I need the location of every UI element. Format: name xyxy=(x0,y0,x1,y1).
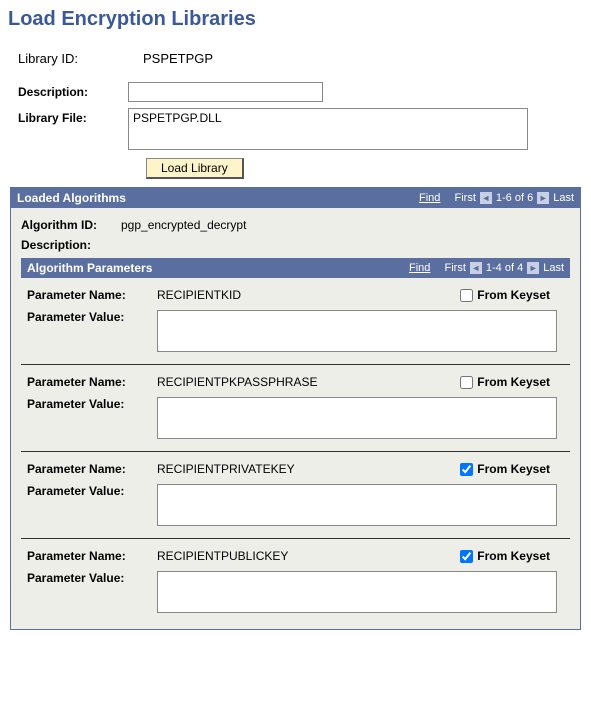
parameter-value-input[interactable] xyxy=(157,571,557,613)
from-keyset-label: From Keyset xyxy=(477,549,550,563)
parameter-value-input[interactable] xyxy=(157,397,557,439)
algorithms-next-button[interactable]: ► xyxy=(537,192,549,204)
parameter-value-row: Parameter Value: xyxy=(27,310,564,352)
top-fields: Library ID: PSPETPGP Description: Librar… xyxy=(18,49,591,187)
parameter-value-row: Parameter Value: xyxy=(27,484,564,526)
parameter-block: Parameter Name:RECIPIENTKIDFrom KeysetPa… xyxy=(21,278,570,365)
from-keyset-checkbox[interactable] xyxy=(460,289,473,302)
parameter-value-label: Parameter Value: xyxy=(27,484,157,498)
parameter-row-top: Parameter Name:RECIPIENTPRIVATEKEY From K… xyxy=(27,462,564,476)
from-keyset-wrapper: From Keyset xyxy=(460,462,550,476)
algorithms-range: 1-6 of 6 xyxy=(496,192,533,204)
from-keyset-label: From Keyset xyxy=(477,462,550,476)
parameter-value-label: Parameter Value: xyxy=(27,397,157,411)
params-next-button[interactable]: ► xyxy=(527,262,539,274)
parameter-value-input[interactable] xyxy=(157,484,557,526)
parameter-name-value: RECIPIENTPKPASSPHRASE xyxy=(157,375,460,389)
parameter-row-top: Parameter Name:RECIPIENTKID From Keyset xyxy=(27,288,564,302)
parameter-name-label: Parameter Name: xyxy=(27,462,157,476)
algorithms-prev-button[interactable]: ◄ xyxy=(480,192,492,204)
from-keyset-label: From Keyset xyxy=(477,288,550,302)
loaded-algorithms-grid: Loaded Algorithms Find First ◄ 1-6 of 6 … xyxy=(10,187,581,630)
params-first-label: First xyxy=(445,262,466,274)
from-keyset-checkbox[interactable] xyxy=(460,463,473,476)
params-prev-button[interactable]: ◄ xyxy=(470,262,482,274)
parameter-block: Parameter Name:RECIPIENTPUBLICKEY From Ke… xyxy=(21,539,570,625)
algorithm-parameters-grid: Algorithm Parameters Find First ◄ 1-4 of… xyxy=(21,258,570,625)
loaded-algorithms-nav: Find First ◄ 1-6 of 6 ► Last xyxy=(419,192,574,204)
parameter-row-top: Parameter Name:RECIPIENTPKPASSPHRASE From… xyxy=(27,375,564,389)
algorithms-last-label: Last xyxy=(553,192,574,204)
from-keyset-wrapper: From Keyset xyxy=(460,288,550,302)
algorithm-id-value: pgp_encrypted_decrypt xyxy=(121,218,246,232)
algorithm-description-label: Description: xyxy=(21,238,121,252)
library-file-label: Library File: xyxy=(18,108,128,125)
parameter-value-row: Parameter Value: xyxy=(27,397,564,439)
page-title: Load Encryption Libraries xyxy=(8,8,591,31)
params-range: 1-4 of 4 xyxy=(486,262,523,274)
loaded-algorithms-body: Algorithm ID: pgp_encrypted_decrypt Desc… xyxy=(11,208,580,629)
parameter-value-label: Parameter Value: xyxy=(27,571,157,585)
parameter-name-label: Parameter Name: xyxy=(27,288,157,302)
from-keyset-label: From Keyset xyxy=(477,375,550,389)
parameter-row-top: Parameter Name:RECIPIENTPUBLICKEY From Ke… xyxy=(27,549,564,563)
parameter-name-value: RECIPIENTPUBLICKEY xyxy=(157,549,460,563)
algorithm-parameters-body: Parameter Name:RECIPIENTKIDFrom KeysetPa… xyxy=(21,278,570,625)
library-id-value: PSPETPGP xyxy=(143,49,213,66)
algorithm-id-label: Algorithm ID: xyxy=(21,218,121,232)
params-find-link[interactable]: Find xyxy=(409,262,430,274)
parameter-name-label: Parameter Name: xyxy=(27,549,157,563)
loaded-algorithms-title: Loaded Algorithms xyxy=(17,191,126,205)
algorithm-parameters-header: Algorithm Parameters Find First ◄ 1-4 of… xyxy=(21,258,570,278)
algorithm-parameters-title: Algorithm Parameters xyxy=(27,261,152,275)
library-id-label: Library ID: xyxy=(18,49,143,66)
parameter-block: Parameter Name:RECIPIENTPKPASSPHRASE From… xyxy=(21,365,570,452)
description-input[interactable] xyxy=(128,82,323,102)
library-file-input[interactable] xyxy=(128,108,528,150)
parameter-name-value: RECIPIENTPRIVATEKEY xyxy=(157,462,460,476)
parameter-value-input[interactable] xyxy=(157,310,557,352)
parameter-value-row: Parameter Value: xyxy=(27,571,564,613)
loaded-algorithms-header: Loaded Algorithms Find First ◄ 1-6 of 6 … xyxy=(11,188,580,208)
params-last-label: Last xyxy=(543,262,564,274)
from-keyset-checkbox[interactable] xyxy=(460,550,473,563)
algorithms-first-label: First xyxy=(455,192,476,204)
parameter-name-value: RECIPIENTKID xyxy=(157,288,460,302)
load-library-button[interactable]: Load Library xyxy=(146,158,244,179)
description-label: Description: xyxy=(18,82,128,99)
algorithm-parameters-nav: Find First ◄ 1-4 of 4 ► Last xyxy=(409,262,564,274)
from-keyset-wrapper: From Keyset xyxy=(460,375,550,389)
parameter-block: Parameter Name:RECIPIENTPRIVATEKEY From K… xyxy=(21,452,570,539)
algorithms-find-link[interactable]: Find xyxy=(419,192,440,204)
from-keyset-wrapper: From Keyset xyxy=(460,549,550,563)
parameter-value-label: Parameter Value: xyxy=(27,310,157,324)
parameter-name-label: Parameter Name: xyxy=(27,375,157,389)
from-keyset-checkbox[interactable] xyxy=(460,376,473,389)
